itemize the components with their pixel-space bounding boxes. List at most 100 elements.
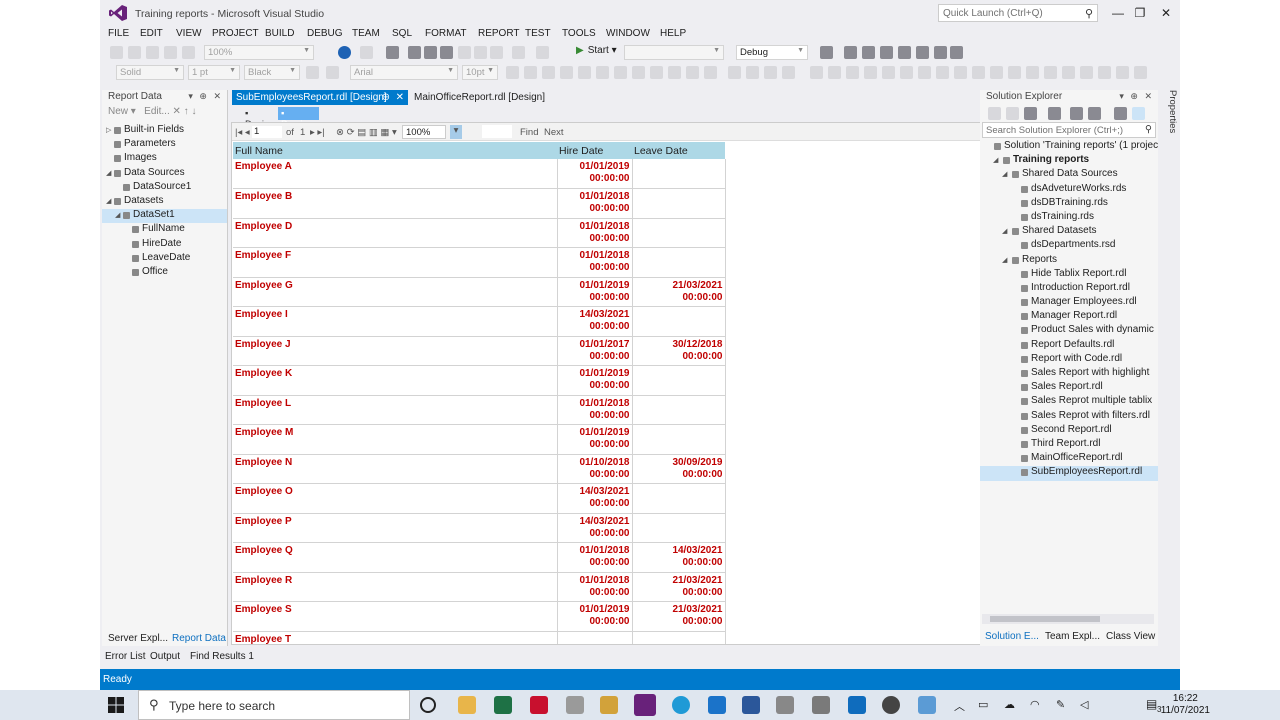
close-icon[interactable]: ✕ [1156, 4, 1176, 22]
viewer-action-icons[interactable]: ⊗ ⟳ ▤ ▥ ▦ ▾ [336, 127, 397, 138]
solution-tree-node[interactable]: Manager Report.rdl [980, 310, 1158, 324]
visual-studio-taskbar-icon[interactable] [634, 694, 656, 716]
app-icon[interactable] [918, 696, 936, 714]
menu-test[interactable]: TEST [525, 28, 551, 39]
pen-icon[interactable]: ✎ [1056, 698, 1065, 711]
align-center-icon[interactable] [596, 66, 609, 79]
solution-tree-node[interactable]: Sales Report.rdl [980, 381, 1158, 395]
toolbar-icon[interactable] [900, 66, 913, 79]
tab-design[interactable]: ▪ Desi... [242, 107, 275, 130]
menu-window[interactable]: WINDOW [606, 28, 650, 39]
solution-tree-node[interactable]: Third Report.rdl [980, 438, 1158, 452]
solution-tree-node[interactable]: SubEmployeesReport.rdl [980, 466, 1158, 481]
toolbar-icon[interactable] [1008, 66, 1021, 79]
report-data-node[interactable]: ▷ Built-in Fields [102, 124, 227, 138]
obs-icon[interactable] [882, 696, 900, 714]
report-data-node[interactable]: Images [102, 152, 227, 166]
pin-icon[interactable]: ⊕ [382, 92, 390, 103]
internet-explorer-icon[interactable] [708, 696, 726, 714]
minimize-icon[interactable]: — [1108, 4, 1128, 22]
expand-icon[interactable]: ◢ [1002, 227, 1007, 235]
toolbar-icon[interactable] [746, 66, 759, 79]
tab-solution-explorer[interactable]: Solution E... [985, 631, 1039, 642]
menu-tools[interactable]: TOOLS [562, 28, 596, 39]
solution-tree-node[interactable]: Second Report.rdl [980, 424, 1158, 438]
solution-tree-node[interactable]: Introduction Report.rdl [980, 282, 1158, 296]
expand-icon[interactable]: ◢ [993, 156, 998, 164]
expand-icon[interactable]: ▷ [106, 126, 111, 134]
toolbar-icon[interactable] [820, 46, 833, 59]
panel-controls[interactable]: ▾ ⊕ ✕ [1119, 91, 1154, 102]
font-size-combo[interactable]: 10pt ▼ [462, 65, 498, 80]
solution-tree-node[interactable]: Report Defaults.rdl [980, 339, 1158, 353]
open-icon[interactable] [408, 46, 421, 59]
expand-icon[interactable]: ◢ [1002, 170, 1007, 178]
file-folder-icon[interactable] [600, 696, 618, 714]
new-project-icon[interactable] [386, 46, 399, 59]
taskbar-clock[interactable]: 16:22 11/07/2021 [1161, 693, 1210, 717]
panel-controls[interactable]: ▾ ⊕ ✕ [188, 91, 223, 102]
scrollbar-thumb[interactable] [990, 616, 1100, 622]
solution-tree-node[interactable]: Manager Employees.rdl [980, 296, 1158, 310]
toolbar-icon[interactable] [862, 46, 875, 59]
save-icon[interactable] [424, 46, 437, 59]
menu-file[interactable]: FILE [108, 28, 129, 39]
tab-main-office-report[interactable]: MainOfficeReport.rdl [Design] [410, 90, 549, 105]
toolbar-icon[interactable] [990, 66, 1003, 79]
toolbar-icon[interactable] [810, 66, 823, 79]
toolbar-icon[interactable] [880, 46, 893, 59]
menu-report[interactable]: REPORT [478, 28, 520, 39]
toolbar-icon[interactable] [950, 46, 963, 59]
toolbar-icon[interactable] [918, 66, 931, 79]
wifi-icon[interactable]: ◠ [1030, 698, 1040, 711]
toolbar-icon[interactable] [898, 46, 911, 59]
toolbar-icon[interactable] [1044, 66, 1057, 79]
italic-icon[interactable] [524, 66, 537, 79]
notifications-icon[interactable]: ▤ [1146, 697, 1157, 711]
first-page-icon[interactable]: |◂ ◂ [235, 127, 250, 138]
collapse-icon[interactable] [1070, 107, 1083, 120]
battery-icon[interactable]: ▭ [978, 698, 988, 711]
solution-tree-node[interactable]: Sales Report with highlight [980, 367, 1158, 381]
toolbar-icon[interactable] [828, 66, 841, 79]
report-data-node[interactable]: Parameters [102, 138, 227, 152]
toolbar-icon[interactable] [650, 66, 663, 79]
solution-tree-node[interactable]: dsAdvetureWorks.rds [980, 183, 1158, 197]
solution-tree-node[interactable]: dsDBTraining.rds [980, 197, 1158, 211]
menu-help[interactable]: HELP [660, 28, 686, 39]
line-style-combo[interactable]: Solid ▼ [116, 65, 184, 80]
viewer-zoom-combo[interactable]: 100% [402, 125, 446, 139]
toolbar-icon[interactable] [146, 46, 159, 59]
tab-error-list[interactable]: Error List [105, 651, 146, 662]
redo-icon[interactable] [536, 46, 549, 59]
toolbar-icon[interactable] [954, 66, 967, 79]
solution-tree-node[interactable]: ◢ Training reports [980, 154, 1158, 168]
save-all-icon[interactable] [440, 46, 453, 59]
app-icon[interactable] [812, 696, 830, 714]
font-color-icon[interactable] [560, 66, 573, 79]
solution-tree-node[interactable]: Report with Code.rdl [980, 353, 1158, 367]
solution-tree-node[interactable]: dsDepartments.rsd [980, 239, 1158, 253]
undo-icon[interactable] [512, 46, 525, 59]
menu-debug[interactable]: DEBUG [307, 28, 343, 39]
start-button[interactable]: ▶ Start ▾ [576, 45, 617, 56]
tab-preview[interactable]: ▪ Previe... [278, 107, 319, 130]
find-input[interactable] [482, 125, 512, 138]
report-data-node[interactable]: FullName [102, 223, 227, 237]
taskbar-search-box[interactable]: ⚲ Type here to search [138, 690, 410, 720]
back-icon[interactable] [338, 46, 351, 59]
solution-tree-node[interactable]: MainOfficeReport.rdl [980, 452, 1158, 466]
configuration-combo[interactable]: Debug ▼ [736, 45, 808, 60]
line-color-combo[interactable]: Black ▼ [244, 65, 300, 80]
solution-tree-node[interactable]: dsTraining.rds [980, 211, 1158, 225]
solution-tree-node[interactable]: ◢ Shared Data Sources [980, 168, 1158, 182]
toolbar-icon[interactable] [936, 66, 949, 79]
preview-icon[interactable] [1132, 107, 1145, 120]
border-icon[interactable] [306, 66, 319, 79]
sync-icon[interactable] [1048, 107, 1061, 120]
zoom-combo[interactable]: 100% ▼ [204, 45, 314, 60]
report-data-node[interactable]: Office [102, 266, 227, 280]
toolbar-icon[interactable] [668, 66, 681, 79]
tab-server-explorer[interactable]: Server Expl... [108, 633, 168, 644]
toolbar-icon[interactable] [916, 46, 929, 59]
